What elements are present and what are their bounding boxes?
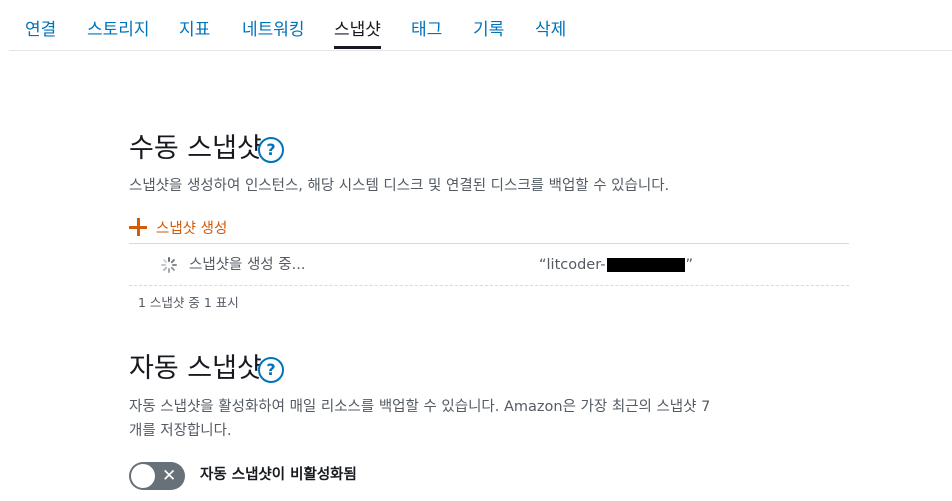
tab-snapshots[interactable]: 스냅샷 xyxy=(334,18,381,49)
create-snapshot-button[interactable]: 스냅샷 생성 xyxy=(129,215,227,239)
divider xyxy=(129,243,849,244)
automatic-snapshots-description-line1: 자동 스냅샷을 활성화하여 매일 리소스를 백업할 수 있습니다. Amazon… xyxy=(129,399,711,415)
tab-bar: 연결 스토리지 지표 네트워킹 스냅샷 태그 기록 삭제 xyxy=(9,0,952,51)
tab-history[interactable]: 기록 xyxy=(473,18,504,42)
tab-tags[interactable]: 태그 xyxy=(411,18,442,42)
redacted-block xyxy=(606,258,685,272)
automatic-snapshots-title: 자동 스냅샷 xyxy=(129,353,262,384)
help-icon[interactable]: ? xyxy=(258,357,284,383)
manual-snapshots-title: 수동 스냅샷 xyxy=(129,133,262,164)
toggle-label: 자동 스냅샷이 비활성화됨 xyxy=(200,467,357,483)
loading-spinner-icon xyxy=(161,257,177,273)
tab-storage[interactable]: 스토리지 xyxy=(87,18,150,42)
plus-icon xyxy=(129,218,147,236)
automatic-snapshots-toggle[interactable]: ✕ xyxy=(129,462,185,490)
divider-dashed xyxy=(129,285,849,286)
manual-snapshots-description: 스냅샷을 생성하여 인스턴스, 해당 시스템 디스크 및 연결된 디스크를 백업… xyxy=(129,178,670,194)
snapshot-name: “litcoder- ” xyxy=(539,253,693,277)
automatic-snapshots-description-line2: 개를 저장합니다. xyxy=(129,423,232,439)
toggle-knob xyxy=(131,464,155,488)
tab-networking[interactable]: 네트워킹 xyxy=(242,18,305,42)
snapshot-name-prefix: “litcoder- xyxy=(539,257,606,273)
close-icon: ✕ xyxy=(162,466,177,486)
snapshot-name-suffix: ” xyxy=(685,257,694,273)
tab-connect[interactable]: 연결 xyxy=(25,18,56,42)
snapshot-status: 스냅샷을 생성 중... xyxy=(189,257,306,273)
snapshot-count: 1 스냅샷 중 1 표시 xyxy=(138,295,239,310)
create-snapshot-label: 스냅샷 생성 xyxy=(156,220,228,237)
tab-delete[interactable]: 삭제 xyxy=(535,18,566,42)
help-icon[interactable]: ? xyxy=(258,137,284,163)
tab-metrics[interactable]: 지표 xyxy=(179,18,210,42)
